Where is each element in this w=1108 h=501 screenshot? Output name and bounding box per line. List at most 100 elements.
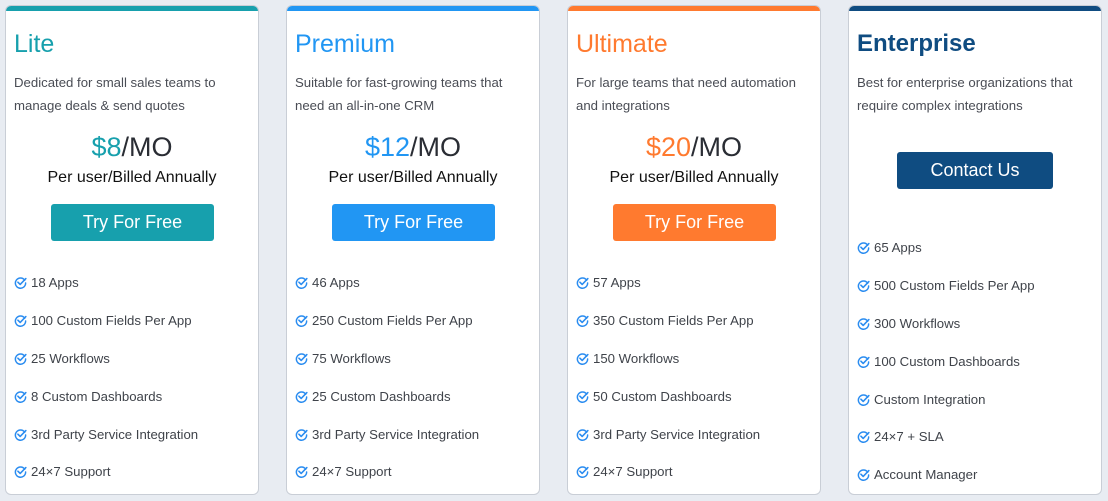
feature-label: 100 Custom Fields Per App	[31, 313, 192, 329]
feature-item: 46 Apps	[295, 264, 479, 302]
feature-item: 24×7 + SLA	[857, 418, 1035, 456]
feature-item: 3rd Party Service Integration	[576, 415, 760, 453]
plan-card-ultimate: Ultimate For large teams that need autom…	[567, 5, 821, 495]
feature-list: 18 Apps 100 Custom Fields Per App 25 Workf…	[14, 264, 198, 491]
try-for-free-button[interactable]: Try For Free	[332, 204, 495, 241]
plan-price: $12/MO	[287, 130, 539, 164]
plan-title: Ultimate	[576, 30, 668, 58]
feature-label: 24×7 + SLA	[874, 429, 944, 445]
plan-title: Premium	[295, 30, 396, 58]
feature-label: 3rd Party Service Integration	[593, 426, 761, 442]
plan-card-enterprise: Enterprise Best for enterprise organizat…	[848, 5, 1102, 495]
check-circle-icon	[857, 279, 870, 293]
check-circle-icon	[14, 352, 27, 365]
check-circle-icon	[14, 314, 27, 328]
check-circle-icon	[295, 465, 308, 479]
check-circle-icon	[576, 276, 589, 290]
check-circle-icon	[295, 428, 308, 441]
billing-note: Per user/Billed Annually	[609, 169, 779, 186]
feature-item: 50 Custom Dashboards	[576, 377, 760, 415]
feature-item: 100 Custom Dashboards	[857, 342, 1035, 380]
feature-item: 24×7 Support	[576, 453, 760, 491]
contact-us-button[interactable]: Contact Us	[897, 152, 1053, 189]
check-circle-icon	[857, 355, 870, 368]
check-circle-icon	[857, 430, 870, 444]
price-amount: $8	[91, 132, 122, 162]
feature-label: 500 Custom Fields Per App	[874, 278, 1035, 294]
plan-price: $20/MO	[568, 130, 820, 164]
feature-item: 24×7 Support	[14, 453, 198, 491]
try-for-free-button[interactable]: Try For Free	[613, 204, 776, 241]
feature-label: 24×7 Support	[31, 464, 111, 480]
check-circle-icon	[576, 390, 589, 403]
feature-label: 8 Custom Dashboards	[31, 388, 163, 404]
feature-item: 150 Workflows	[576, 340, 760, 378]
feature-item: 75 Workflows	[295, 340, 479, 378]
check-circle-icon	[576, 352, 589, 365]
plan-accent-bar	[568, 6, 820, 11]
feature-item: 8 Custom Dashboards	[14, 377, 198, 415]
feature-label: 24×7 Support	[593, 464, 673, 480]
feature-label: 250 Custom Fields Per App	[312, 313, 473, 329]
plan-accent-bar	[6, 6, 258, 11]
feature-label: 65 Apps	[874, 240, 922, 256]
feature-label: 300 Workflows	[874, 315, 961, 331]
feature-item: 57 Apps	[576, 264, 760, 302]
feature-item: 3rd Party Service Integration	[295, 415, 479, 453]
price-unit: /MO	[410, 132, 462, 162]
plan-title: Enterprise	[857, 30, 976, 57]
feature-label: Custom Integration	[874, 391, 986, 407]
check-circle-icon	[14, 428, 27, 441]
plan-accent-bar	[849, 6, 1101, 11]
feature-item: 350 Custom Fields Per App	[576, 302, 760, 340]
billing-note: Per user/Billed Annually	[47, 169, 217, 186]
price-unit: /MO	[121, 132, 173, 162]
price-amount: $20	[645, 132, 692, 162]
check-circle-icon	[857, 468, 870, 482]
feature-label: 3rd Party Service Integration	[312, 426, 480, 442]
feature-item: 250 Custom Fields Per App	[295, 302, 479, 340]
feature-list: 65 Apps 500 Custom Fields Per App 300 Work…	[857, 229, 1035, 494]
feature-list: 46 Apps 250 Custom Fields Per App 75 Workf…	[295, 264, 479, 491]
price-unit: /MO	[691, 132, 743, 162]
billing-note: Per user/Billed Annually	[328, 169, 498, 186]
check-circle-icon	[576, 428, 589, 441]
check-circle-icon	[857, 393, 870, 406]
feature-item: 25 Custom Dashboards	[295, 377, 479, 415]
check-circle-icon	[295, 314, 308, 328]
check-circle-icon	[295, 390, 308, 403]
feature-label: 3rd Party Service Integration	[31, 426, 199, 442]
feature-label: 18 Apps	[31, 275, 79, 291]
feature-item: 300 Workflows	[857, 305, 1035, 343]
plan-card-premium: Premium Suitable for fast-growing teams …	[286, 5, 540, 495]
feature-item: Custom Integration	[857, 380, 1035, 418]
feature-label: Account Manager	[874, 467, 978, 483]
check-circle-icon	[576, 314, 589, 328]
check-circle-icon	[576, 465, 589, 479]
check-circle-icon	[295, 276, 308, 290]
feature-item: 25 Workflows	[14, 340, 198, 378]
feature-label: 57 Apps	[593, 275, 641, 291]
check-circle-icon	[857, 317, 870, 330]
try-for-free-button[interactable]: Try For Free	[51, 204, 214, 241]
check-circle-icon	[295, 352, 308, 365]
feature-label: 100 Custom Dashboards	[874, 353, 1020, 369]
plan-description: For large teams that need automation and…	[576, 75, 796, 113]
check-circle-icon	[857, 241, 870, 255]
plan-price: $8/MO	[6, 130, 258, 164]
feature-label: 350 Custom Fields Per App	[593, 313, 754, 329]
feature-label: 24×7 Support	[312, 464, 392, 480]
plan-description: Best for enterprise organizations that r…	[857, 75, 1073, 113]
check-circle-icon	[14, 390, 27, 403]
price-amount: $12	[364, 132, 411, 162]
feature-label: 50 Custom Dashboards	[593, 388, 732, 404]
plan-title: Lite	[14, 30, 55, 58]
feature-item: 500 Custom Fields Per App	[857, 267, 1035, 305]
plan-description: Dedicated for small sales teams to manag…	[14, 75, 216, 113]
plan-accent-bar	[287, 6, 539, 11]
feature-item: 24×7 Support	[295, 453, 479, 491]
feature-label: 25 Custom Dashboards	[312, 388, 451, 404]
feature-item: 100 Custom Fields Per App	[14, 302, 198, 340]
feature-label: 75 Workflows	[312, 350, 391, 366]
check-circle-icon	[14, 465, 27, 479]
